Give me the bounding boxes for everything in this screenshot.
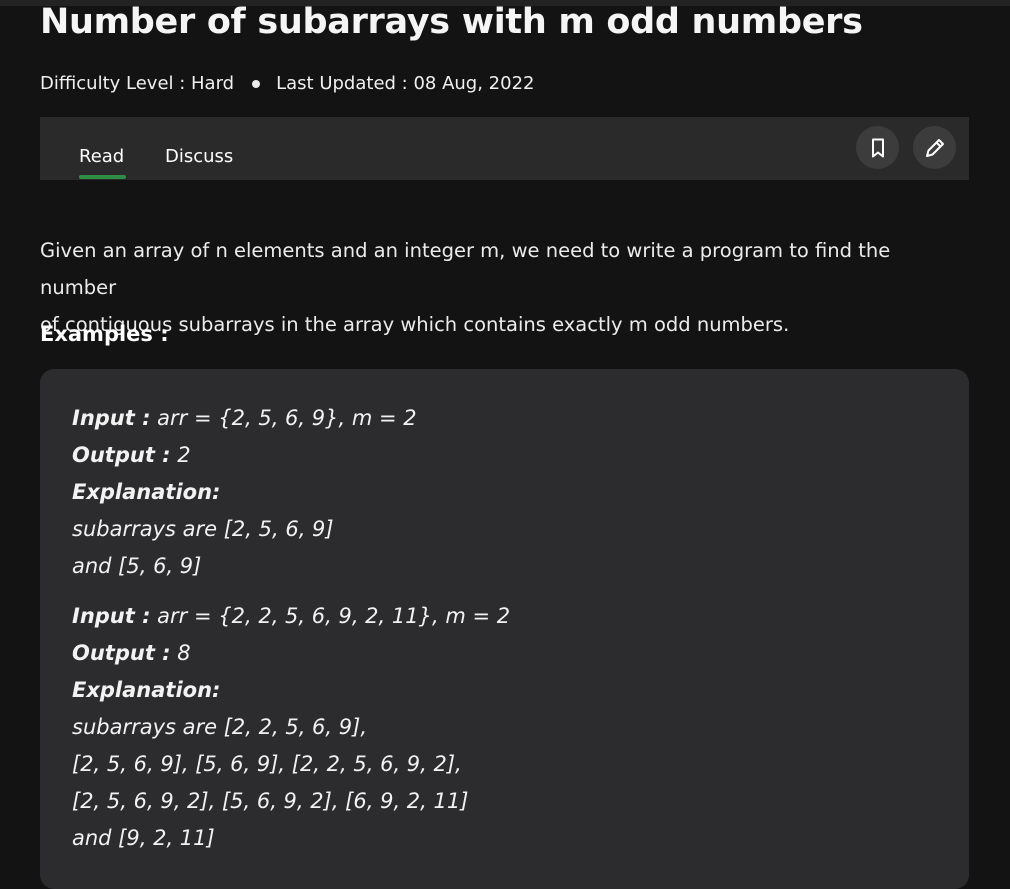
article-tab-bar: Read Discuss xyxy=(40,117,969,180)
output-value: 8 xyxy=(170,641,191,665)
example-2: Input : arr = {2, 2, 5, 6, 9, 2, 11}, m … xyxy=(72,598,510,857)
problem-statement: Given an array of n elements and an inte… xyxy=(40,232,969,343)
examples-box: Input : arr = {2, 5, 6, 9}, m = 2 Output… xyxy=(40,369,969,889)
explanation-line: [2, 5, 6, 9, 2], [5, 6, 9, 2], [6, 9, 2,… xyxy=(72,789,469,813)
tab-discuss[interactable]: Discuss xyxy=(165,146,233,167)
bookmark-button[interactable] xyxy=(856,126,899,169)
example-output: Output : 2 xyxy=(72,437,417,474)
output-value: 2 xyxy=(170,443,191,467)
difficulty-level: Difficulty Level : Hard xyxy=(40,73,235,94)
active-tab-indicator xyxy=(79,175,126,179)
example-1: Input : arr = {2, 5, 6, 9}, m = 2 Output… xyxy=(72,400,417,585)
example-explanation-label: Explanation: xyxy=(72,678,221,702)
output-label: Output : xyxy=(72,641,171,665)
tab-read[interactable]: Read xyxy=(79,146,124,167)
explanation-line: and [5, 6, 9] xyxy=(72,554,202,578)
problem-statement-line: of contiguous subarrays in the array whi… xyxy=(40,313,790,336)
page-title: Number of subarrays with m odd numbers xyxy=(40,2,863,42)
input-value: arr = {2, 2, 5, 6, 9, 2, 11}, m = 2 xyxy=(150,604,511,628)
input-label: Input : xyxy=(72,406,151,430)
article-meta: Difficulty Level : Hard Last Updated : 0… xyxy=(40,73,534,94)
examples-heading: Examples : xyxy=(40,322,169,346)
example-output: Output : 8 xyxy=(72,635,510,672)
explanation-line: [2, 5, 6, 9], [5, 6, 9], [2, 2, 5, 6, 9,… xyxy=(72,752,462,776)
example-input: Input : arr = {2, 5, 6, 9}, m = 2 xyxy=(72,400,417,437)
explanation-line: and [9, 2, 11] xyxy=(72,826,215,850)
input-value: arr = {2, 5, 6, 9}, m = 2 xyxy=(150,406,417,430)
pencil-icon xyxy=(925,138,944,157)
problem-statement-line: Given an array of n elements and an inte… xyxy=(40,239,891,299)
last-updated: Last Updated : 08 Aug, 2022 xyxy=(276,73,535,94)
separator-dot xyxy=(252,79,261,88)
edit-button[interactable] xyxy=(913,126,956,169)
bookmark-icon xyxy=(871,138,884,157)
example-explanation-label: Explanation: xyxy=(72,480,221,504)
explanation-line: subarrays are [2, 5, 6, 9] xyxy=(72,517,334,541)
explanation-line: subarrays are [2, 2, 5, 6, 9], xyxy=(72,715,367,739)
output-label: Output : xyxy=(72,443,171,467)
example-input: Input : arr = {2, 2, 5, 6, 9, 2, 11}, m … xyxy=(72,598,510,635)
input-label: Input : xyxy=(72,604,151,628)
